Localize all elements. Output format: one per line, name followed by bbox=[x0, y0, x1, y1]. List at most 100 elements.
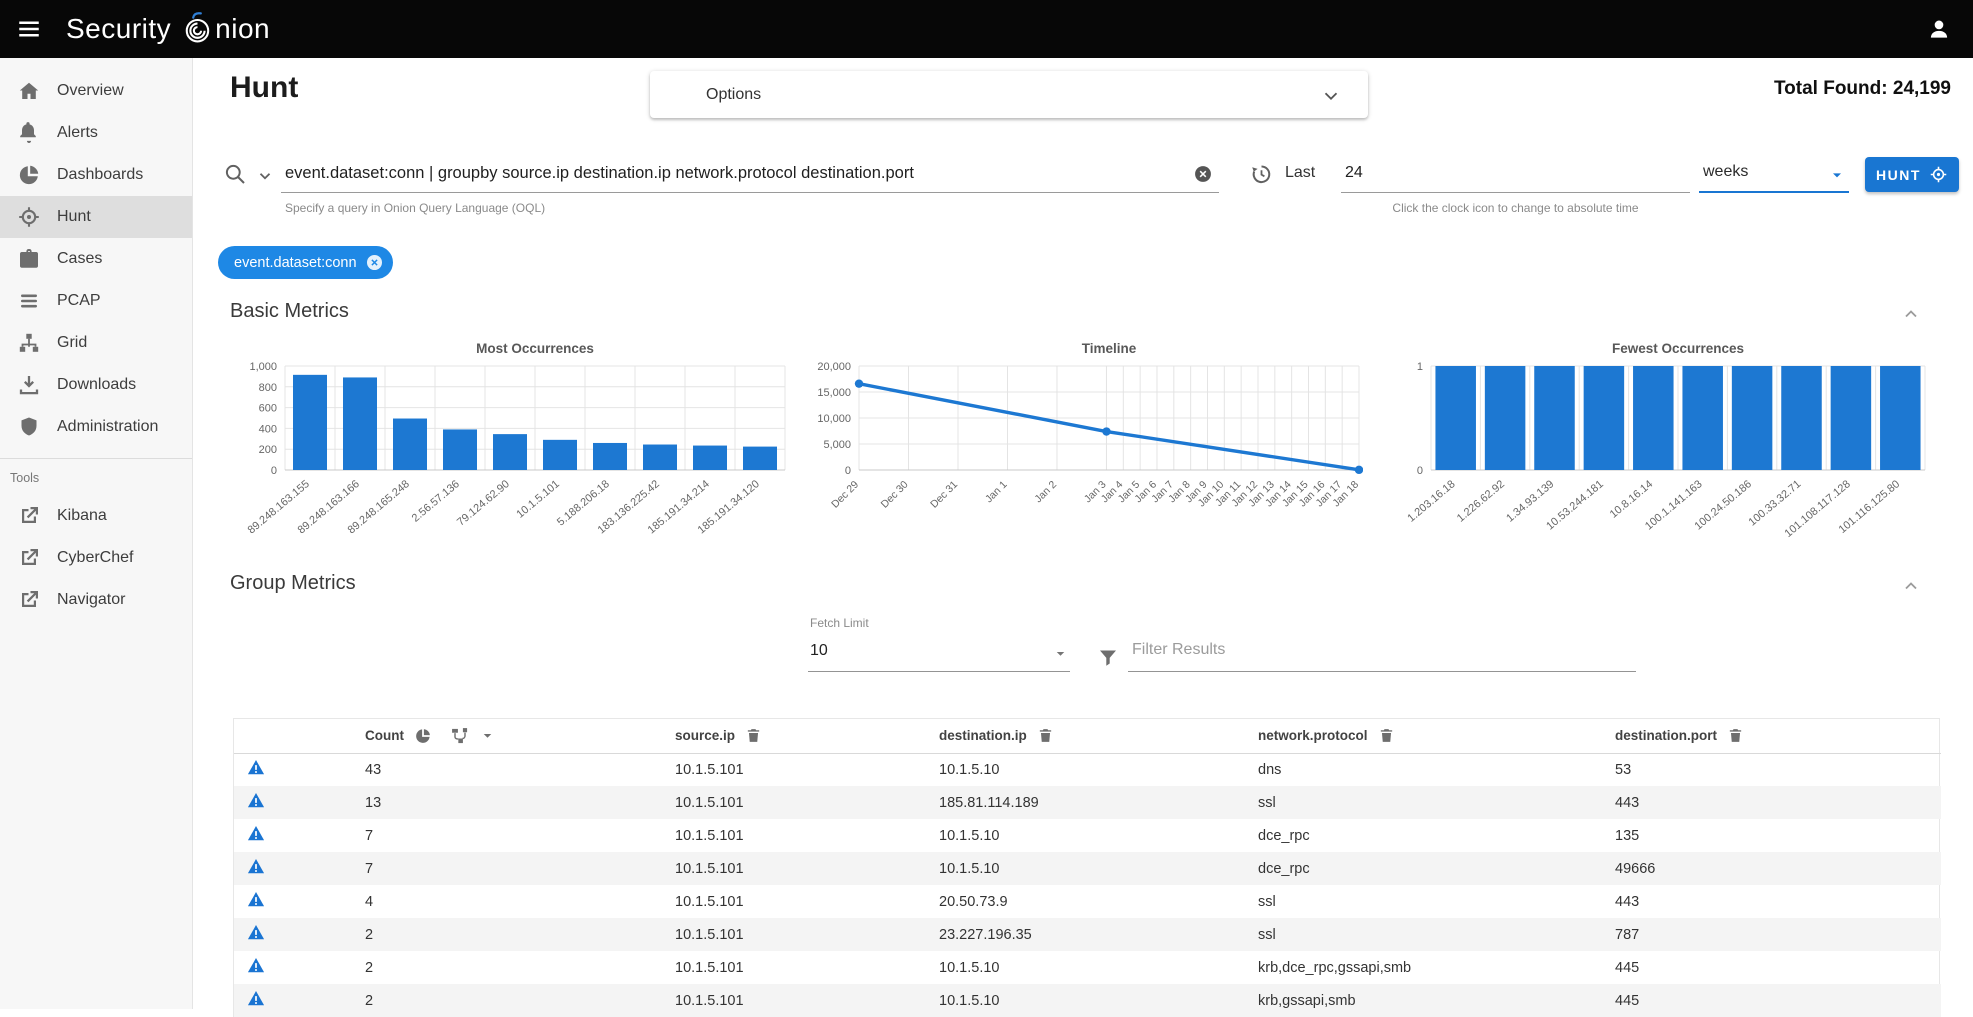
table-cell: 13 bbox=[345, 786, 655, 819]
table-cell: 10.1.5.10 bbox=[919, 753, 1238, 786]
svg-text:0: 0 bbox=[271, 465, 277, 477]
external-link-icon bbox=[17, 588, 41, 612]
row-warning-icon[interactable] bbox=[246, 824, 266, 843]
main-content: Hunt Options Total Found: 24,199 Specify… bbox=[193, 58, 1973, 1009]
remove-column-trash-icon[interactable] bbox=[1727, 727, 1744, 744]
user-menu-button[interactable] bbox=[1921, 11, 1957, 47]
sidebar-item-label: Navigator bbox=[57, 591, 125, 609]
svg-text:2.56.57.136: 2.56.57.136 bbox=[410, 478, 462, 525]
row-warning-icon[interactable] bbox=[246, 890, 266, 909]
remove-column-trash-icon[interactable] bbox=[1037, 727, 1054, 744]
table-cell: 443 bbox=[1595, 786, 1941, 819]
svg-text:Fewest Occurrences: Fewest Occurrences bbox=[1612, 341, 1744, 356]
query-hint: Specify a query in Onion Query Language … bbox=[285, 201, 545, 215]
options-panel[interactable]: Options bbox=[650, 71, 1368, 118]
table-cell: dns bbox=[1238, 753, 1595, 786]
table-row[interactable]: 710.1.5.10110.1.5.10dce_rpc135 bbox=[234, 819, 1941, 852]
sidebar-item-downloads[interactable]: Downloads bbox=[0, 364, 192, 406]
group-metrics-table: Count source bbox=[233, 718, 1940, 1017]
table-cell: 10.1.5.101 bbox=[655, 951, 919, 984]
remove-column-trash-icon[interactable] bbox=[1378, 727, 1395, 744]
logo-text-nion: nion bbox=[215, 13, 270, 45]
table-cell: 2 bbox=[345, 984, 655, 1017]
relative-time-input[interactable] bbox=[1341, 155, 1690, 191]
sidebar-tool-cyberchef[interactable]: CyberChef bbox=[0, 537, 192, 579]
time-units-select[interactable]: weeks bbox=[1699, 155, 1849, 193]
time-units-value: weeks bbox=[1703, 163, 1748, 181]
column-header-count: Count bbox=[365, 728, 404, 743]
sidebar-item-label: Hunt bbox=[57, 208, 91, 226]
clear-query-icon[interactable] bbox=[1193, 164, 1213, 184]
row-warning-icon[interactable] bbox=[246, 758, 266, 777]
svg-text:79.124.62.90: 79.124.62.90 bbox=[455, 478, 512, 528]
table-cell: krb,dce_rpc,gssapi,smb bbox=[1238, 951, 1595, 984]
table-cell: 43 bbox=[345, 753, 655, 786]
table-cell: 4 bbox=[345, 885, 655, 918]
row-warning-icon[interactable] bbox=[246, 923, 266, 942]
sidebar-item-overview[interactable]: Overview bbox=[0, 70, 192, 112]
history-clock-icon[interactable] bbox=[1249, 162, 1273, 186]
total-found: Total Found: 24,199 bbox=[1774, 78, 1951, 100]
query-input[interactable] bbox=[281, 155, 1219, 191]
basic-metrics-collapse-icon[interactable] bbox=[1901, 304, 1921, 324]
table-row[interactable]: 210.1.5.10110.1.5.10krb,gssapi,smb445 bbox=[234, 984, 1941, 1017]
most-occurrences-chart: 02004006008001,00089.248.163.15589.248.1… bbox=[233, 338, 793, 550]
external-link-icon bbox=[17, 504, 41, 528]
sidebar-item-grid[interactable]: Grid bbox=[0, 322, 192, 364]
svg-text:Dec 30: Dec 30 bbox=[879, 479, 911, 511]
sidebar-item-label: Grid bbox=[57, 334, 87, 352]
chip-close-icon[interactable] bbox=[365, 253, 384, 272]
table-row[interactable]: 410.1.5.10120.50.73.9ssl443 bbox=[234, 885, 1941, 918]
svg-text:10.8.16.14: 10.8.16.14 bbox=[1608, 478, 1656, 521]
table-cell: 49666 bbox=[1595, 852, 1941, 885]
table-row[interactable]: 1310.1.5.101185.81.114.189ssl443 bbox=[234, 786, 1941, 819]
table-row[interactable]: 210.1.5.10123.227.196.35ssl787 bbox=[234, 918, 1941, 951]
fetch-limit-label: Fetch Limit bbox=[810, 616, 869, 630]
svg-text:1,000: 1,000 bbox=[249, 361, 277, 373]
table-cell: 445 bbox=[1595, 951, 1941, 984]
filter-results-field bbox=[1128, 618, 1636, 672]
shield-icon bbox=[17, 415, 41, 439]
group-metrics-heading: Group Metrics bbox=[230, 572, 356, 595]
groupby-graph-icon[interactable] bbox=[450, 726, 470, 746]
sidebar-item-dashboards[interactable]: Dashboards bbox=[0, 154, 192, 196]
menu-button[interactable] bbox=[8, 8, 50, 50]
groupby-caret-icon[interactable] bbox=[480, 728, 495, 743]
sidebar-item-label: Overview bbox=[57, 82, 124, 100]
search-icon[interactable] bbox=[223, 162, 247, 186]
pie-chart-toggle-icon[interactable] bbox=[414, 727, 432, 745]
table-row[interactable]: 710.1.5.10110.1.5.10dce_rpc49666 bbox=[234, 852, 1941, 885]
hunt-button[interactable]: HUNT bbox=[1865, 157, 1959, 192]
sidebar-tool-kibana[interactable]: Kibana bbox=[0, 495, 192, 537]
table-cell: 10.1.5.10 bbox=[919, 984, 1238, 1017]
fetch-limit-select[interactable]: Fetch Limit 10 bbox=[808, 614, 1070, 672]
group-metrics-collapse-icon[interactable] bbox=[1901, 576, 1921, 596]
sidebar-item-cases[interactable]: Cases bbox=[0, 238, 192, 280]
sidebar-item-alerts[interactable]: Alerts bbox=[0, 112, 192, 154]
row-warning-icon[interactable] bbox=[246, 791, 266, 810]
table-row[interactable]: 4310.1.5.10110.1.5.10dns53 bbox=[234, 753, 1941, 786]
remove-column-trash-icon[interactable] bbox=[745, 727, 762, 744]
query-history-chevron-icon[interactable] bbox=[256, 167, 274, 185]
svg-text:1.203.16.18: 1.203.16.18 bbox=[1405, 478, 1457, 525]
table-row[interactable]: 210.1.5.10110.1.5.10krb,dce_rpc,gssapi,s… bbox=[234, 951, 1941, 984]
sidebar-item-administration[interactable]: Administration bbox=[0, 406, 192, 448]
row-warning-icon[interactable] bbox=[246, 857, 266, 876]
table-cell: 20.50.73.9 bbox=[919, 885, 1238, 918]
filter-results-input[interactable] bbox=[1128, 618, 1636, 668]
table-cell: 185.81.114.189 bbox=[919, 786, 1238, 819]
table-cell: 53 bbox=[1595, 753, 1941, 786]
row-warning-icon[interactable] bbox=[246, 956, 266, 975]
svg-text:1.226.62.92: 1.226.62.92 bbox=[1455, 478, 1507, 525]
sidebar-tool-navigator[interactable]: Navigator bbox=[0, 579, 192, 621]
svg-text:0: 0 bbox=[1417, 465, 1423, 477]
table-cell: ssl bbox=[1238, 918, 1595, 951]
row-warning-icon[interactable] bbox=[246, 989, 266, 1008]
bell-icon bbox=[17, 121, 41, 145]
sidebar-item-label: Downloads bbox=[57, 376, 136, 394]
logo-text-security: Security bbox=[66, 13, 171, 45]
filter-chip[interactable]: event.dataset:conn bbox=[218, 246, 393, 279]
sidebar-item-pcap[interactable]: PCAP bbox=[0, 280, 192, 322]
sidebar-item-hunt[interactable]: Hunt bbox=[0, 196, 192, 238]
svg-text:10.1.5.101: 10.1.5.101 bbox=[514, 478, 562, 521]
